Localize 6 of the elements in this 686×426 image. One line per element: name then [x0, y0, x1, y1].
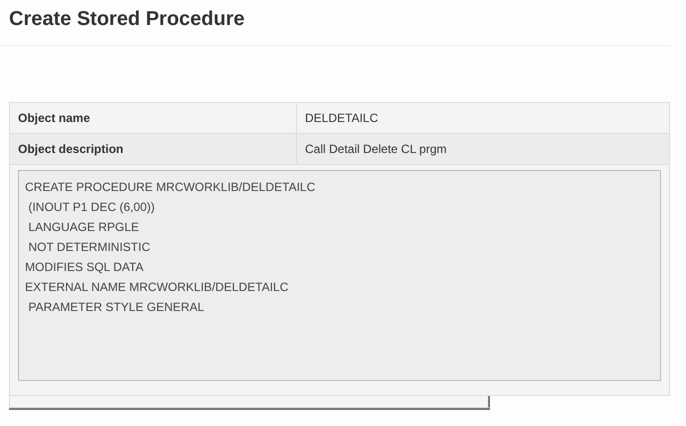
property-label: Object description [10, 134, 297, 164]
page-title: Create Stored Procedure [0, 0, 670, 46]
property-label: Object name [10, 103, 297, 133]
sql-text-area[interactable]: CREATE PROCEDURE MRCWORKLIB/DELDETAILC (INOUT P1 DEC (6,00)) LANGUAGE RPGLE NOT DETERMINISTIC MODIFIES SQL DATA EXTERNAL NAME MRCWORKLIB/DELDETAILC PARAMETER STYLE GENERAL [18, 170, 661, 381]
property-value: Call Detail Delete CL prgm [304, 141, 448, 158]
property-value: DELDETAILC [304, 110, 380, 127]
